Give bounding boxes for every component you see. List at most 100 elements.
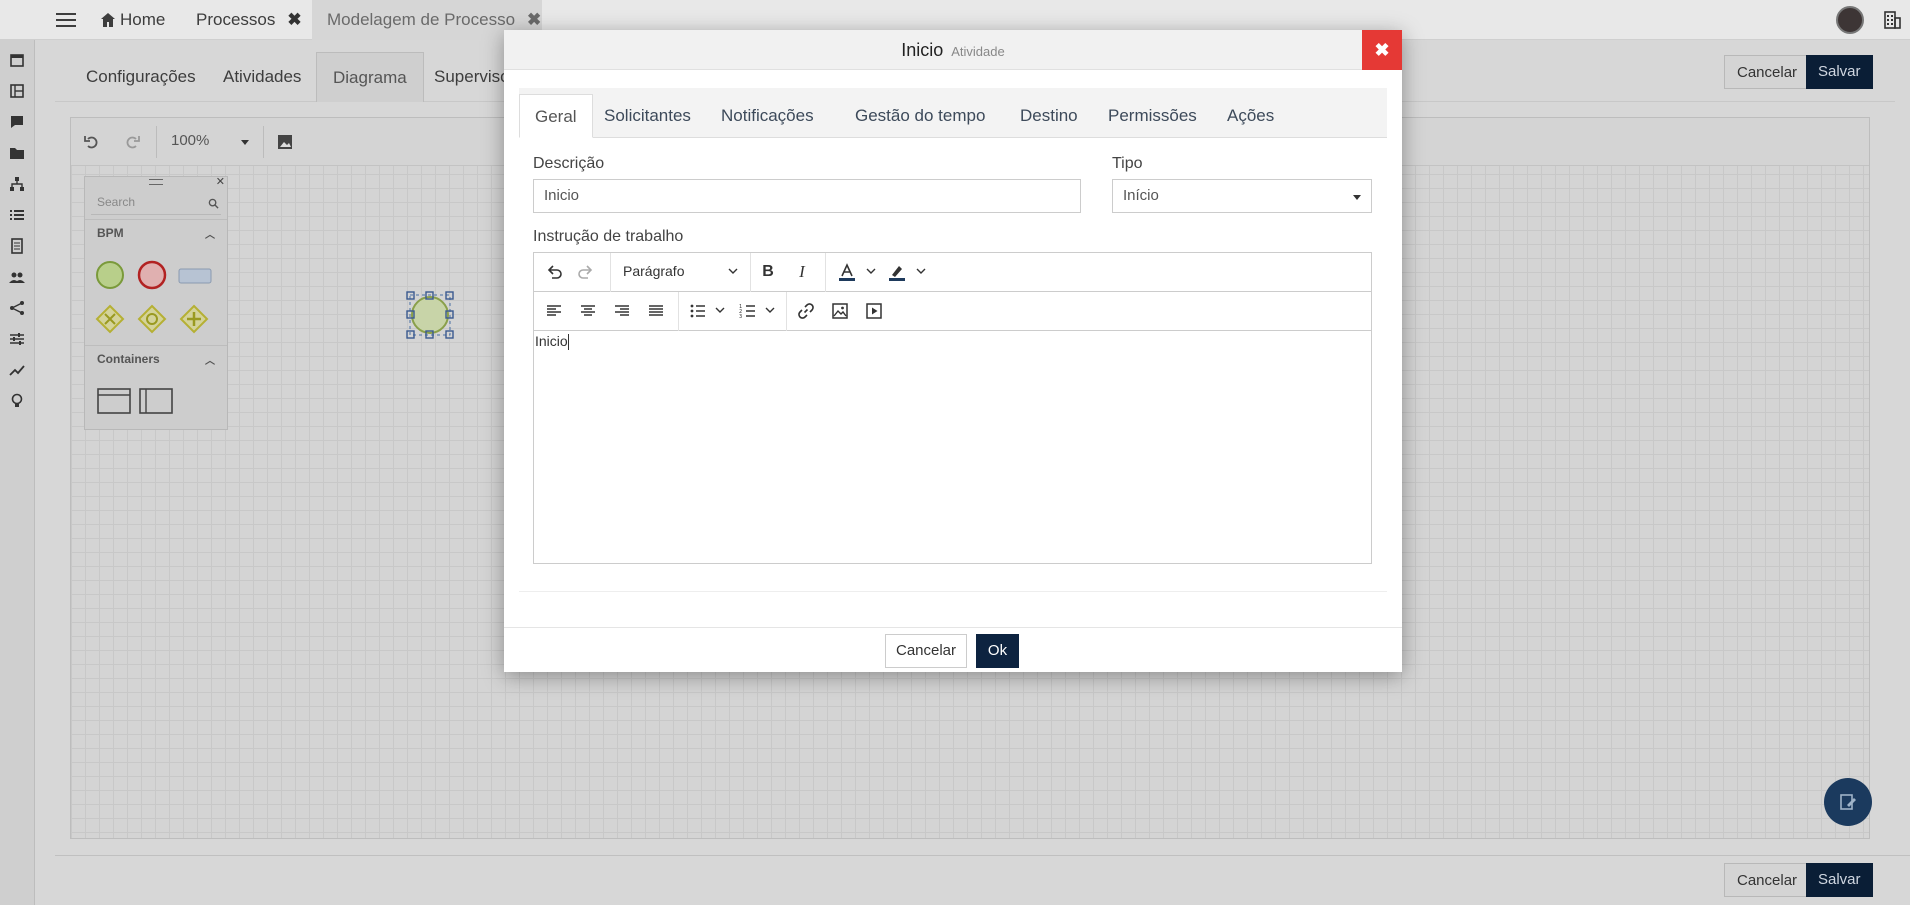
align-left-button[interactable] (542, 299, 566, 323)
close-icon: ✖ (1374, 40, 1390, 60)
tab-atividades[interactable]: Atividades (207, 52, 317, 102)
align-justify-button[interactable] (644, 299, 668, 323)
descricao-input[interactable]: Inicio (533, 179, 1081, 213)
image-icon[interactable] (276, 132, 294, 152)
numbered-list-button[interactable]: 123 (736, 299, 760, 323)
align-right-button[interactable] (610, 299, 634, 323)
tab-permissoes[interactable]: Permissões (1093, 94, 1212, 138)
align-center-button[interactable] (576, 299, 600, 323)
cancel-button[interactable]: Cancelar (1724, 55, 1811, 89)
divider (750, 253, 751, 292)
sliders-icon[interactable] (9, 331, 25, 347)
zoom-select[interactable]: 100% (171, 132, 209, 152)
bold-button[interactable]: B (756, 260, 780, 284)
tab-processos-label: Processos (196, 10, 276, 29)
trending-icon[interactable] (9, 362, 25, 378)
dialog-title: Inicio (901, 40, 944, 60)
palette-search-input[interactable]: Search (91, 191, 221, 215)
save-button[interactable]: Salvar (1806, 863, 1873, 897)
palette-section-bpm[interactable]: BPM ︿ (85, 219, 227, 245)
palette-section-containers[interactable]: Containers ︿ (85, 345, 227, 371)
folder-icon[interactable] (9, 145, 25, 161)
editor-toolbar-row-2: 123 (534, 292, 1371, 331)
calendar-icon[interactable] (9, 52, 25, 68)
divider (519, 591, 1387, 592)
rich-text-editor: Parágrafo B I 1 2 3 Inicio (533, 252, 1372, 564)
chat-icon[interactable] (9, 114, 25, 130)
cancel-button[interactable]: Cancelar (1724, 863, 1811, 897)
redo-icon[interactable] (123, 132, 141, 152)
tab-solicitantes[interactable]: Solicitantes (589, 94, 706, 138)
side-rail (0, 40, 35, 905)
tab-geral[interactable]: Geral (519, 94, 593, 138)
tipo-label: Tipo (1112, 155, 1143, 172)
document-icon[interactable] (9, 238, 25, 254)
chevron-down-icon[interactable] (865, 265, 877, 277)
chevron-down-icon[interactable] (241, 140, 249, 145)
text-color-icon (839, 263, 855, 281)
align-center-icon (581, 305, 595, 316)
svg-text:3: 3 (739, 314, 742, 319)
dashboard-icon[interactable] (9, 83, 25, 99)
users-icon[interactable] (9, 269, 25, 285)
highlight-button[interactable] (885, 260, 909, 284)
section-label: BPM (97, 226, 124, 240)
chevron-down-icon[interactable] (714, 304, 726, 316)
dialog-ok-button[interactable]: Ok (976, 634, 1019, 668)
list-icon[interactable] (9, 207, 25, 223)
tab-gestao-do-tempo[interactable]: Gestão do tempo (840, 94, 1000, 138)
tab-configuracoes[interactable]: Configurações (70, 52, 212, 102)
divider (825, 253, 826, 292)
tab-acoes[interactable]: Ações (1212, 94, 1289, 138)
italic-button[interactable]: I (790, 260, 814, 284)
activity-dialog: Inicio Atividade ✖ Geral Solicitantes No… (504, 30, 1402, 672)
home-icon (101, 13, 115, 27)
search-icon (208, 198, 219, 209)
editor-toolbar-row-1: Parágrafo B I (534, 253, 1371, 292)
floating-edit-button[interactable] (1824, 778, 1872, 826)
undo-button[interactable] (542, 260, 566, 284)
editor-text: Inicio (535, 333, 568, 349)
tab-diagrama[interactable]: Diagrama (316, 52, 424, 102)
tab-notificacoes[interactable]: Notificações (706, 94, 829, 138)
descricao-label: Descrição (533, 155, 605, 172)
text-color-button[interactable] (835, 260, 859, 284)
chevron-down-icon[interactable] (764, 304, 776, 316)
bullet-list-button[interactable] (686, 299, 710, 323)
save-button[interactable]: Salvar (1806, 55, 1873, 89)
dialog-cancel-button[interactable]: Cancelar (885, 634, 967, 668)
tab-home[interactable]: Home (100, 0, 165, 40)
hamburger-menu-icon[interactable] (54, 9, 78, 31)
chevron-up-icon: ︿ (205, 230, 215, 241)
start-event-node[interactable] (405, 290, 455, 340)
tab-processos[interactable]: Processos ✖ (196, 0, 302, 40)
insert-image-button[interactable] (828, 299, 852, 323)
close-tab-icon[interactable]: ✖ (287, 10, 301, 30)
tab-modelagem-label: Modelagem de Processo (327, 10, 516, 29)
lightbulb-icon[interactable] (9, 393, 25, 409)
divider (263, 126, 264, 158)
container-shapes (97, 388, 173, 414)
redo-button[interactable] (574, 260, 598, 284)
share-icon[interactable] (9, 300, 25, 316)
divider (156, 126, 157, 158)
editor-content[interactable]: Inicio (535, 333, 569, 351)
undo-icon[interactable] (83, 132, 101, 152)
divider (610, 253, 611, 292)
divider (786, 292, 787, 331)
building-icon[interactable] (1882, 10, 1902, 30)
chevron-down-icon[interactable] (915, 265, 927, 277)
chevron-down-icon[interactable] (727, 265, 739, 277)
tipo-select[interactable]: Início (1112, 179, 1372, 213)
block-format-select[interactable]: Parágrafo (623, 263, 684, 279)
avatar[interactable] (1836, 6, 1864, 34)
close-icon[interactable]: ✕ (216, 175, 225, 188)
close-dialog-button[interactable]: ✖ (1362, 30, 1402, 70)
insert-media-button[interactable] (862, 299, 886, 323)
insert-link-button[interactable] (794, 299, 818, 323)
close-tab-icon[interactable]: ✖ (527, 10, 541, 30)
drag-handle-icon[interactable] (149, 179, 163, 185)
tab-destino[interactable]: Destino (1005, 94, 1093, 138)
section-label: Containers (97, 352, 160, 366)
hierarchy-icon[interactable] (9, 176, 25, 192)
